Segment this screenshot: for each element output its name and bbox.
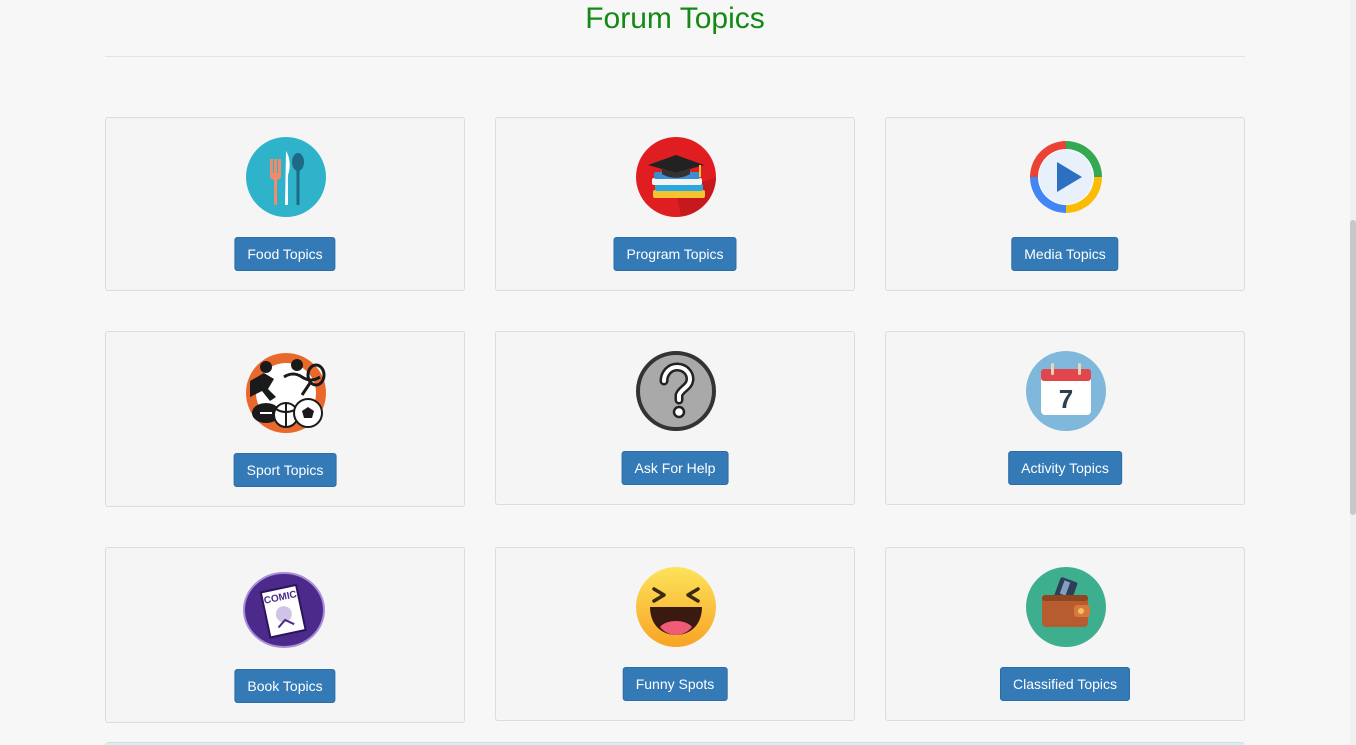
play-icon [1026, 137, 1106, 217]
card-food: Food Topics [105, 117, 465, 291]
activity-topics-button[interactable]: Activity Topics [1008, 451, 1122, 485]
graduation-books-icon [636, 137, 716, 217]
card-help: Ask For Help [495, 331, 855, 505]
card-classified: Classified Topics [885, 547, 1245, 721]
comic-book-icon: COMIC [243, 572, 325, 648]
book-topics-button[interactable]: Book Topics [234, 669, 336, 703]
media-topics-button[interactable]: Media Topics [1011, 237, 1119, 271]
card-sport: Sport Topics [105, 331, 465, 507]
sports-icon [242, 351, 330, 435]
card-funny: Funny Spots [495, 547, 855, 721]
sport-topics-button[interactable]: Sport Topics [233, 453, 337, 487]
card-media: Media Topics [885, 117, 1245, 291]
program-topics-button[interactable]: Program Topics [613, 237, 737, 271]
title-divider [105, 56, 1245, 57]
scrollbar-thumb[interactable] [1350, 220, 1356, 515]
laughing-face-icon [636, 567, 716, 647]
calendar-day: 7 [1059, 384, 1073, 414]
card-program: Program Topics [495, 117, 855, 291]
ask-for-help-button[interactable]: Ask For Help [621, 451, 729, 485]
food-topics-button[interactable]: Food Topics [234, 237, 336, 271]
question-icon [636, 351, 716, 431]
classified-topics-button[interactable]: Classified Topics [999, 667, 1131, 701]
page-title: Forum Topics [585, 2, 765, 35]
wallet-icon [1026, 567, 1106, 647]
utensils-icon [246, 137, 326, 217]
card-book: COMIC Book Topics [105, 547, 465, 723]
calendar-icon: 7 [1026, 351, 1106, 431]
card-activity: 7 Activity Topics [885, 331, 1245, 505]
funny-spots-button[interactable]: Funny Spots [622, 667, 728, 701]
